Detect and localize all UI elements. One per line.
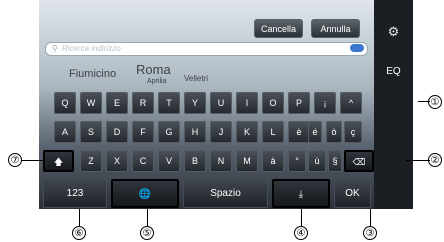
language-key[interactable]: 🌐 xyxy=(111,179,179,208)
callout-line-5 xyxy=(147,209,148,226)
cancella-button[interactable]: Cancella xyxy=(254,19,303,38)
gear-icon[interactable]: ⚙ xyxy=(374,24,413,40)
key[interactable]: G xyxy=(158,121,180,143)
shift-key[interactable]: 🡅 xyxy=(43,150,74,172)
key[interactable]: § xyxy=(328,150,342,172)
navigation-keyboard-screen: Cancella Annulla ⚲ Ricerca indirizzo Fiu… xyxy=(39,0,413,209)
key[interactable]: ù xyxy=(308,150,326,172)
key[interactable]: D xyxy=(106,121,128,143)
key[interactable]: O xyxy=(262,92,284,114)
search-placeholder: Ricerca indirizzo xyxy=(62,44,121,53)
key[interactable]: P xyxy=(288,92,310,114)
key[interactable]: X xyxy=(106,150,128,172)
keyboard-panel: Cancella Annulla ⚲ Ricerca indirizzo Fiu… xyxy=(39,0,374,209)
key[interactable]: ò xyxy=(326,121,342,143)
key[interactable]: Y xyxy=(184,92,206,114)
callout-line-7 xyxy=(22,160,43,161)
key[interactable]: F xyxy=(132,121,154,143)
key[interactable]: H xyxy=(184,121,206,143)
callout-5: ⑤ xyxy=(140,226,154,240)
top-bar: Cancella Annulla xyxy=(39,18,374,40)
key[interactable]: I xyxy=(236,92,258,114)
key[interactable]: N xyxy=(210,150,232,172)
callout-6: ⑥ xyxy=(72,226,86,240)
callout-4: ④ xyxy=(294,226,308,240)
search-input[interactable]: ⚲ Ricerca indirizzo xyxy=(45,42,368,56)
space-key[interactable]: Spazio xyxy=(183,179,268,208)
callout-line-4 xyxy=(301,209,302,226)
callout-7: ⑦ xyxy=(8,153,22,167)
search-icon: ⚲ xyxy=(52,44,58,53)
key[interactable]: V xyxy=(158,150,180,172)
numbers-key[interactable]: 123 xyxy=(43,179,107,208)
key[interactable]: Q xyxy=(54,92,76,114)
callout-2: ② xyxy=(428,153,442,167)
map-label-roma: Roma xyxy=(136,62,171,77)
key[interactable]: C xyxy=(132,150,154,172)
key[interactable]: S xyxy=(80,121,102,143)
hide-keyboard-key[interactable]: ⤓ xyxy=(272,179,330,208)
key[interactable]: à xyxy=(262,150,284,172)
map-label-velletri: Velletri xyxy=(184,74,209,83)
callout-3: ③ xyxy=(363,226,377,240)
backspace-key[interactable]: ⌫ xyxy=(344,150,374,172)
callout-1: ① xyxy=(428,95,442,109)
eq-button[interactable]: EQ xyxy=(374,66,413,77)
key[interactable]: K xyxy=(236,121,258,143)
key[interactable]: Z xyxy=(80,150,102,172)
key[interactable]: è xyxy=(288,121,310,143)
key[interactable]: ^ xyxy=(340,92,362,114)
key[interactable]: U xyxy=(210,92,232,114)
key[interactable]: T xyxy=(158,92,180,114)
key[interactable]: ° xyxy=(288,150,306,172)
callout-line-6 xyxy=(79,209,80,226)
map-label-aprilia: Aprilia xyxy=(147,78,167,85)
key[interactable]: R xyxy=(132,92,154,114)
map-label-fiumicino: Fiumicino xyxy=(69,68,117,80)
callout-line-2 xyxy=(406,160,430,161)
side-bar: ⚙ EQ xyxy=(374,0,413,209)
callout-line-3 xyxy=(370,209,371,226)
ok-key[interactable]: OK xyxy=(334,179,371,208)
download-arrow-icon: ⤓ xyxy=(298,189,304,200)
key[interactable]: A xyxy=(54,121,76,143)
key[interactable]: M xyxy=(236,150,258,172)
map-background: Fiumicino Roma Velletri Aprilia xyxy=(39,56,374,86)
key[interactable]: J xyxy=(210,121,232,143)
key[interactable]: L xyxy=(262,121,284,143)
key[interactable]: ç xyxy=(344,121,362,143)
globe-icon: 🌐 xyxy=(138,189,152,200)
keyboard-toggle-icon[interactable] xyxy=(350,44,364,52)
backspace-icon: ⌫ xyxy=(352,157,366,167)
shift-arrow-icon: 🡅 xyxy=(53,157,64,167)
key[interactable]: E xyxy=(106,92,128,114)
key[interactable]: B xyxy=(184,150,206,172)
annulla-button[interactable]: Annulla xyxy=(311,19,360,38)
key[interactable]: ¡ xyxy=(314,92,336,114)
key[interactable]: W xyxy=(80,92,102,114)
key[interactable]: é xyxy=(308,121,322,143)
